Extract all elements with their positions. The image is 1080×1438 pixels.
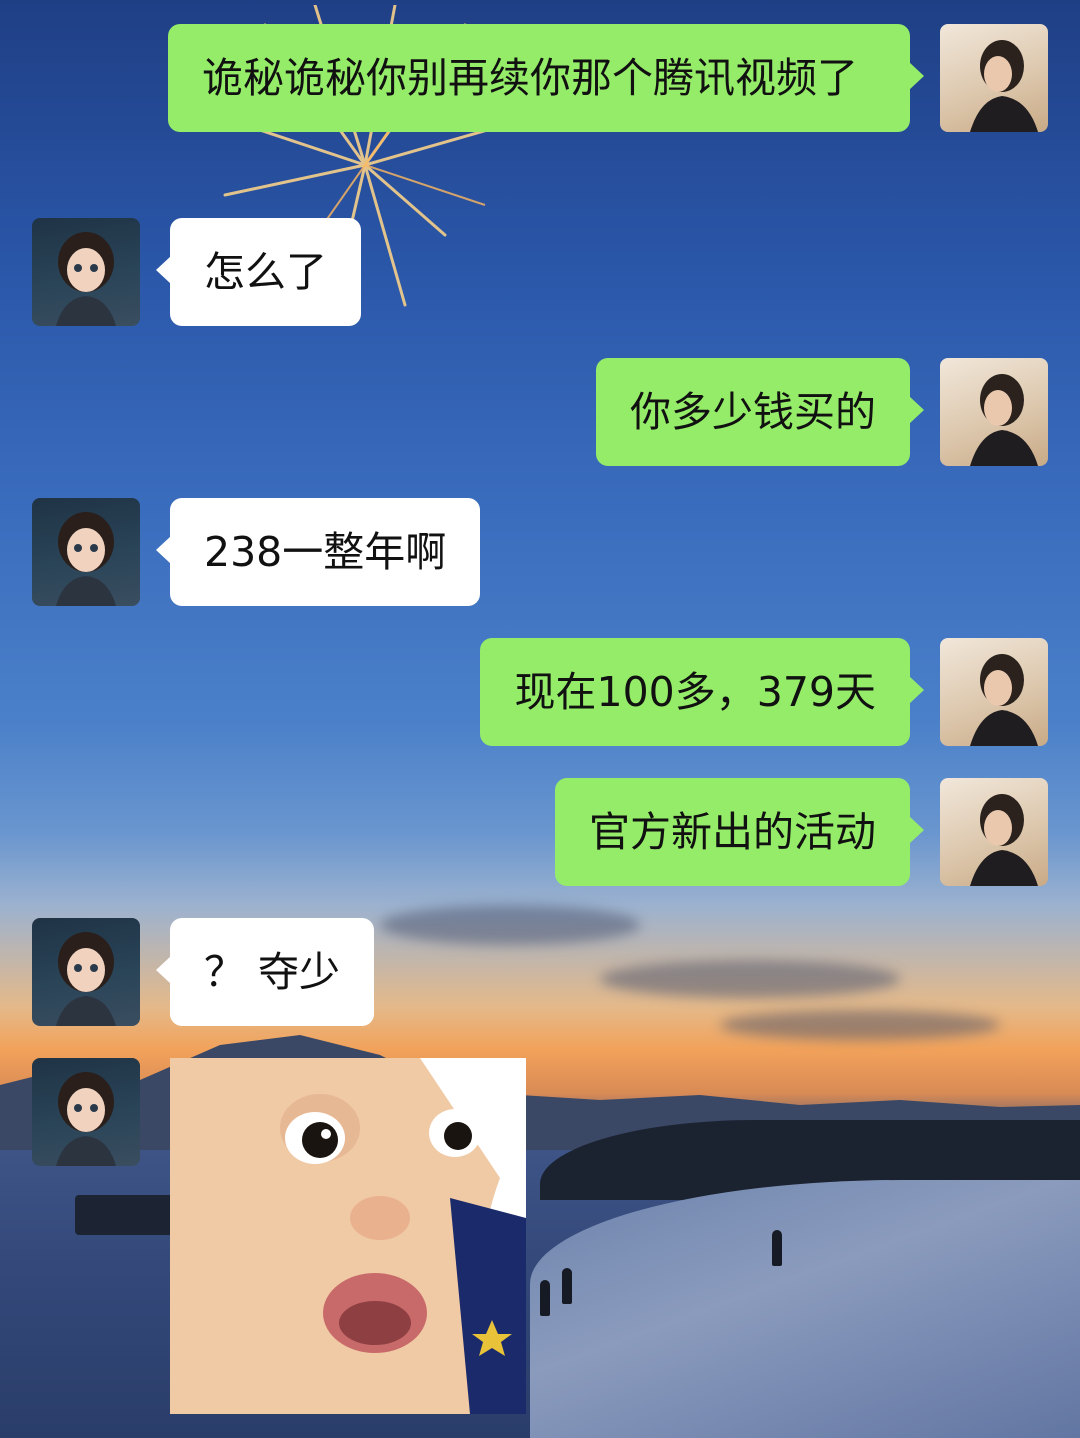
self-avatar[interactable] (940, 24, 1048, 132)
message-text: 官方新出的活动 (589, 808, 876, 856)
message-bubble[interactable]: 诡秘诡秘你别再续你那个腾讯视频了 (168, 24, 924, 132)
message-bubble[interactable]: 现在100多，379天 (480, 638, 924, 746)
self-avatar[interactable] (940, 638, 1048, 746)
contact-avatar[interactable] (32, 918, 140, 1026)
woman-portrait-icon (970, 40, 1038, 132)
message-text: 现在100多，379天 (514, 668, 876, 716)
message-bubble[interactable]: 你多少钱买的 (596, 358, 924, 466)
chat-window: 诡秘诡秘你别再续你那个腾讯视频了 怎么了 你多少钱买的 238一整年啊 现在10… (0, 0, 1080, 1438)
message-text: ？ 夺少 (204, 948, 341, 996)
anime-girl-portrait-icon (56, 232, 116, 326)
message-bubble[interactable]: 238一整年啊 (155, 498, 481, 606)
sticker-message[interactable] (170, 1058, 526, 1414)
contact-avatar[interactable] (32, 498, 140, 606)
message-bubble[interactable]: 官方新出的活动 (555, 778, 924, 886)
message-text: 238一整年啊 (204, 528, 447, 576)
message-bubble[interactable]: 怎么了 (156, 218, 361, 326)
anime-girl-portrait-icon (56, 512, 116, 606)
message-text: 你多少钱买的 (630, 388, 876, 436)
message-text: 诡秘诡秘你别再续你那个腾讯视频了 (202, 54, 858, 102)
surprised-baby-sticker-icon (170, 1058, 526, 1414)
woman-portrait-icon (970, 654, 1038, 746)
message-bubble[interactable]: ？ 夺少 (155, 918, 375, 1026)
woman-portrait-icon (970, 794, 1038, 886)
self-avatar[interactable] (940, 778, 1048, 886)
woman-portrait-icon (970, 374, 1038, 466)
contact-avatar[interactable] (32, 1058, 140, 1166)
message-text: 怎么了 (204, 248, 327, 296)
anime-girl-portrait-icon (56, 1072, 116, 1166)
anime-girl-portrait-icon (56, 932, 116, 1026)
contact-avatar[interactable] (32, 218, 140, 326)
self-avatar[interactable] (940, 358, 1048, 466)
